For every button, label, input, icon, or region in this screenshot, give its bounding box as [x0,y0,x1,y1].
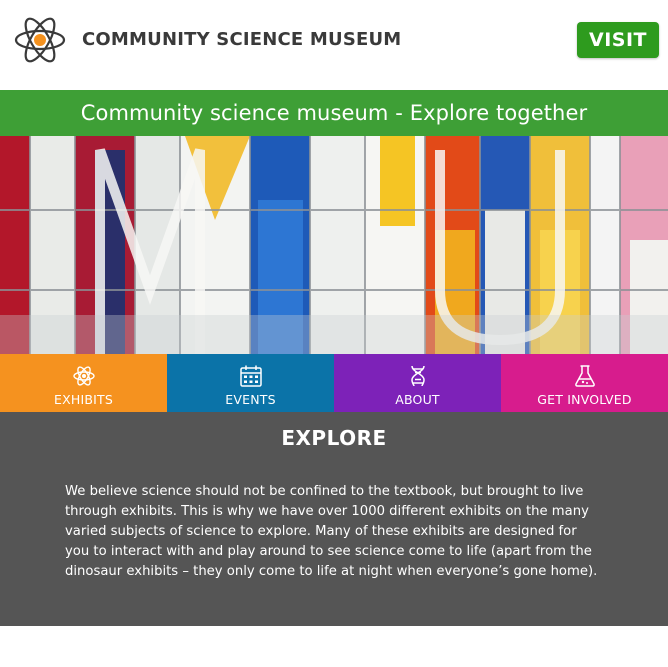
nav-events[interactable]: EVENTS [167,354,334,412]
site-header: COMMUNITY SCIENCE MUSEUM VISIT [0,0,668,90]
hero-banner: Community science museum - Explore toget… [0,90,668,136]
nav-events-label: EVENTS [225,392,276,407]
atom-icon[interactable] [13,14,67,66]
footer-spacer [0,626,668,667]
calendar-icon [239,365,262,387]
explore-body: We believe science should not be confine… [65,484,598,579]
nav-exhibits[interactable]: EXHIBITS [0,354,167,412]
atom-icon [72,366,95,386]
hero-image: Community science museum - Explore toget… [0,90,668,354]
nav-about-label: ABOUT [395,392,440,407]
main-nav: EXHIBITS EVENTS ABOUT GET INVOLVED [0,354,668,412]
nav-get-involved-label: GET INVOLVED [537,392,632,407]
explore-title: EXPLORE [281,426,387,450]
dna-icon [410,365,425,387]
explore-section: EXPLORE We believe science should not be… [0,412,668,626]
nav-get-involved[interactable]: GET INVOLVED [501,354,668,412]
nav-about[interactable]: ABOUT [334,354,501,412]
site-name: COMMUNITY SCIENCE MUSEUM [82,29,402,50]
flask-icon [574,365,595,387]
hero-tagline: Community science museum - Explore toget… [80,101,588,125]
nav-exhibits-label: EXHIBITS [54,392,113,407]
visit-button[interactable]: VISIT [577,22,659,58]
